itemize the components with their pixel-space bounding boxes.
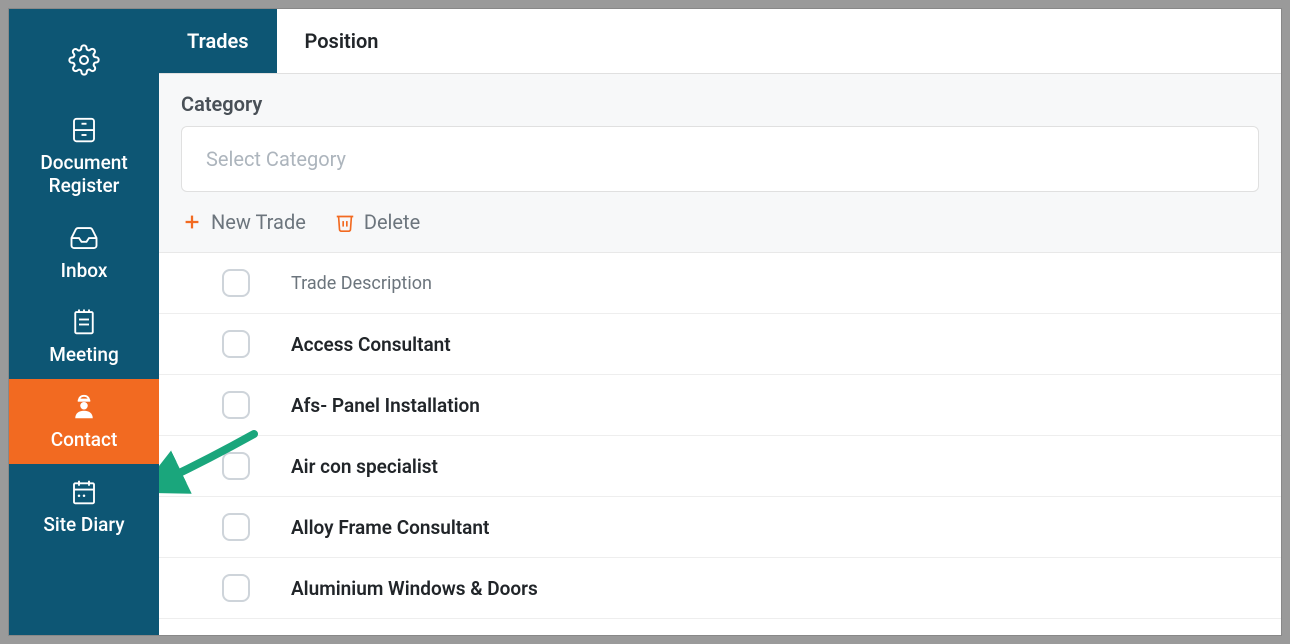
table-row[interactable]: Afs- Panel Installation [159, 375, 1281, 436]
trade-description: Access Consultant [291, 333, 1259, 356]
file-cabinet-icon [68, 114, 100, 146]
table-header: Trade Description [159, 253, 1281, 314]
sidebar-item-contact[interactable]: Contact [9, 379, 159, 464]
row-checkbox[interactable] [222, 513, 250, 541]
sidebar-item-meeting[interactable]: Meeting [9, 294, 159, 379]
gear-icon [68, 44, 100, 76]
calendar-icon [68, 476, 100, 508]
notepad-icon [68, 306, 100, 338]
tab-position[interactable]: Position [277, 9, 407, 73]
worker-icon [68, 391, 100, 423]
sidebar-item-label: Site Diary [43, 514, 124, 537]
trade-description: Aluminium Windows & Doors [291, 577, 1259, 600]
row-checkbox[interactable] [222, 391, 250, 419]
trade-list: Trade Description Access Consultant Afs-… [159, 253, 1281, 635]
row-checkbox[interactable] [222, 330, 250, 358]
new-trade-button[interactable]: New Trade [181, 210, 306, 234]
trade-description: Afs- Panel Installation [291, 394, 1259, 417]
table-row[interactable]: Air con specialist [159, 436, 1281, 497]
plus-icon [181, 211, 203, 233]
sidebar-item-label: Contact [51, 429, 118, 452]
row-checkbox[interactable] [222, 452, 250, 480]
sidebar-item-label: Document Register [14, 152, 154, 198]
column-header-description: Trade Description [291, 273, 1259, 294]
sidebar-item-settings[interactable] [9, 24, 159, 102]
category-select[interactable]: Select Category [181, 126, 1259, 192]
main-content: Trades Position Category Select Category… [159, 9, 1281, 635]
inbox-icon [68, 222, 100, 254]
sidebar-item-label: Meeting [49, 344, 119, 367]
table-row[interactable]: Alloy Frame Consultant [159, 497, 1281, 558]
trade-description: Air con specialist [291, 455, 1259, 478]
delete-label: Delete [364, 210, 420, 234]
row-checkbox[interactable] [222, 574, 250, 602]
new-trade-label: New Trade [211, 210, 306, 234]
trash-icon [334, 211, 356, 233]
table-row[interactable]: Access Consultant [159, 314, 1281, 375]
select-all-checkbox[interactable] [222, 269, 250, 297]
sidebar-item-inbox[interactable]: Inbox [9, 210, 159, 295]
table-row[interactable]: Aluminium Windows & Doors [159, 558, 1281, 619]
delete-button[interactable]: Delete [334, 210, 420, 234]
sidebar-item-label: Inbox [61, 260, 108, 283]
sidebar-item-site-diary[interactable]: Site Diary [9, 464, 159, 549]
sidebar-item-document-register[interactable]: Document Register [9, 102, 159, 210]
trade-description: Alloy Frame Consultant [291, 516, 1259, 539]
tab-trades[interactable]: Trades [159, 9, 277, 73]
filter-area: Category Select Category New Trade Delet… [159, 74, 1281, 253]
category-label: Category [181, 92, 1259, 116]
action-bar: New Trade Delete [181, 210, 1259, 234]
tabs: Trades Position [159, 9, 1281, 74]
sidebar: Document Register Inbox Meeting Contact [9, 9, 159, 635]
